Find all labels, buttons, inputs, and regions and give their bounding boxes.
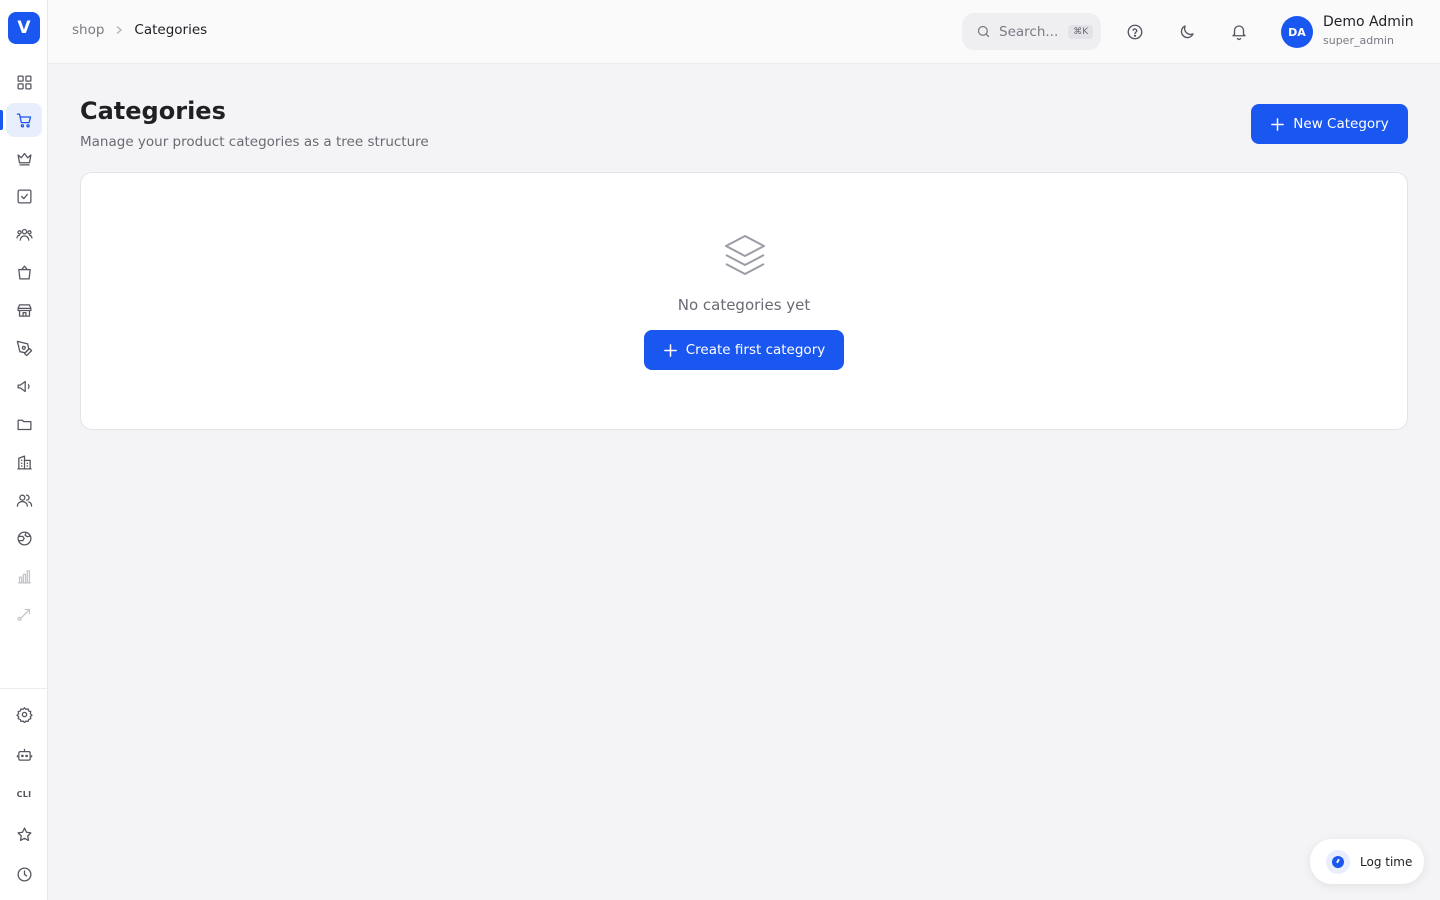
sidebar-item-orders[interactable]: [6, 255, 42, 289]
store-icon: [16, 303, 32, 317]
page-title: Categories: [80, 97, 226, 125]
sidebar-item-routes[interactable]: [6, 597, 42, 631]
megaphone-icon: [16, 380, 30, 392]
search-box[interactable]: Search... ⌘K: [962, 13, 1101, 50]
sidebar-item-shop[interactable]: [6, 103, 42, 137]
new-category-button[interactable]: New Category: [1251, 104, 1408, 144]
plus-icon: [663, 343, 677, 357]
chevron-right-icon: [114, 25, 124, 35]
sidebar-item-tasks[interactable]: [6, 179, 42, 213]
globe-icon: [16, 530, 32, 546]
moon-icon: [1180, 25, 1194, 39]
sidebar-item-files[interactable]: [6, 407, 42, 441]
people-icon: [15, 228, 33, 241]
breadcrumb-current: Categories: [134, 22, 208, 38]
star-icon: [16, 826, 32, 841]
sidebar-item-store[interactable]: [6, 293, 42, 327]
building-icon: [16, 454, 32, 470]
checkbox-icon: [16, 188, 32, 204]
sidebar-item-dashboard[interactable]: [6, 65, 42, 99]
sidebar-item-history[interactable]: [6, 857, 42, 891]
layers-icon: [725, 235, 765, 275]
breadcrumb-root[interactable]: shop: [72, 22, 104, 38]
new-category-label: New Category: [1293, 116, 1389, 132]
top-bar: shop Categories Search... ⌘K DA Demo Adm…: [48, 0, 1440, 64]
sidebar-item-cli[interactable]: CLI: [6, 777, 42, 811]
avatar[interactable]: DA: [1281, 16, 1313, 48]
sidebar-item-users[interactable]: [6, 483, 42, 517]
help-icon: [1127, 24, 1143, 40]
sidebar-item-bot[interactable]: [6, 737, 42, 771]
route-icon: [16, 608, 30, 621]
notifications-button[interactable]: [1227, 20, 1251, 44]
page-subtitle: Manage your product categories as a tree…: [80, 134, 429, 150]
categories-card: No categories yet Create first category: [80, 172, 1408, 430]
cli-icon: CLI: [16, 789, 32, 799]
create-first-category-button[interactable]: Create first category: [644, 330, 844, 370]
bar-chart-icon: [17, 569, 31, 584]
sidebar-item-content[interactable]: [6, 331, 42, 365]
theme-toggle-button[interactable]: [1175, 20, 1199, 44]
sidebar-item-people[interactable]: [6, 217, 42, 251]
pen-tool-icon: [16, 340, 32, 356]
create-first-category-label: Create first category: [685, 342, 826, 358]
sidebar-item-marketing[interactable]: [6, 369, 42, 403]
bell-icon: [1232, 25, 1246, 41]
settings-icon: [15, 706, 33, 723]
log-time-button[interactable]: Log time: [1310, 839, 1424, 884]
user-role: super_admin: [1323, 34, 1394, 47]
sidebar: V CLI: [0, 0, 48, 900]
clock-icon: [16, 866, 32, 882]
timer-icon: [1326, 849, 1350, 874]
sidebar-item-settings[interactable]: [6, 697, 42, 731]
sidebar-item-analytics[interactable]: [6, 559, 42, 593]
active-indicator: [0, 110, 3, 130]
sidebar-divider: [0, 688, 48, 689]
app-logo[interactable]: V: [8, 12, 40, 44]
search-icon: [977, 25, 990, 38]
help-button[interactable]: [1123, 20, 1147, 44]
dashboard-icon: [16, 74, 32, 90]
search-shortcut: ⌘K: [1068, 24, 1094, 39]
breadcrumb: shop Categories: [72, 22, 207, 38]
sidebar-item-web[interactable]: [6, 521, 42, 555]
sidebar-item-crown[interactable]: [6, 141, 42, 175]
users-icon: [16, 494, 32, 507]
empty-state-message: No categories yet: [677, 296, 811, 314]
bot-icon: [16, 748, 32, 761]
folder-icon: [16, 419, 32, 430]
shopping-bag-icon: [17, 264, 31, 280]
user-name[interactable]: Demo Admin: [1323, 14, 1414, 30]
sidebar-item-company[interactable]: [6, 445, 42, 479]
sidebar-item-favorites[interactable]: [6, 817, 42, 851]
shop-cart-icon: [16, 112, 31, 128]
log-time-label: Log time: [1360, 854, 1413, 869]
search-placeholder: Search...: [999, 23, 1059, 40]
plus-icon: [1271, 117, 1285, 131]
crown-icon: [16, 152, 32, 166]
